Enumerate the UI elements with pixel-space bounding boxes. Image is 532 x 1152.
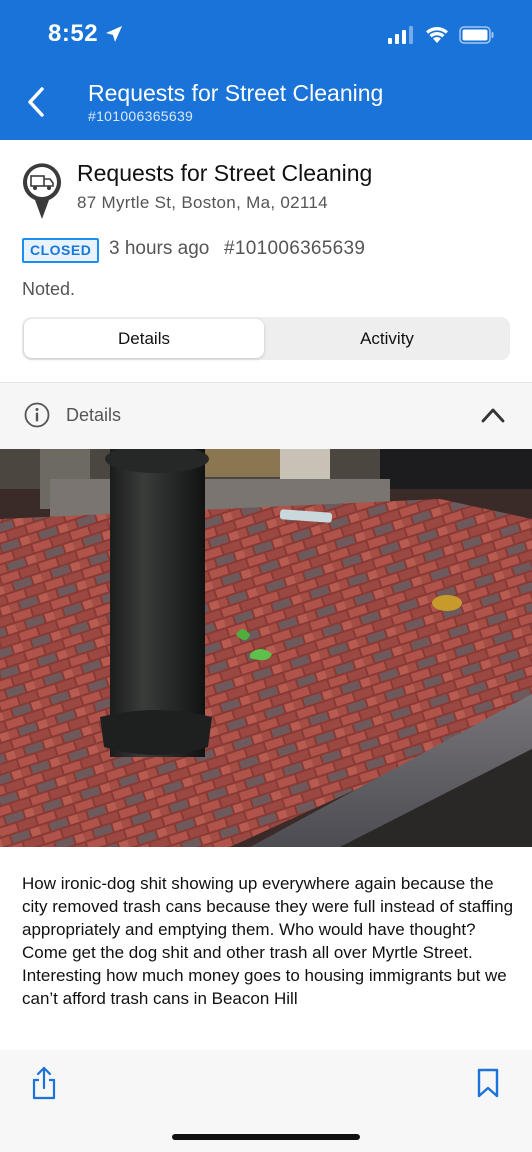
request-note: Noted.: [22, 279, 76, 299]
tab-activity[interactable]: Activity: [266, 319, 508, 358]
status-time: 8:52: [48, 20, 99, 47]
app-header: 8:52 Requests for Street Cleaning #10100…: [0, 0, 532, 140]
status-bar: 8:52: [0, 0, 532, 70]
nav-title: Requests for Street Cleaning: [88, 80, 384, 106]
bookmark-icon[interactable]: [476, 1068, 500, 1098]
request-address: 87 Myrtle St, Boston, Ma, 02114: [77, 193, 328, 212]
request-title: Requests for Street Cleaning: [77, 160, 373, 186]
tab-details[interactable]: Details: [24, 319, 264, 358]
details-section-header[interactable]: Details: [0, 383, 532, 449]
share-icon[interactable]: [31, 1066, 57, 1100]
info-icon: [24, 402, 50, 428]
home-indicator[interactable]: [172, 1134, 360, 1140]
request-description: How ironic-dog shit showing up everywher…: [22, 874, 514, 1008]
segmented-control: Details Activity: [22, 317, 510, 360]
location-arrow-icon: [106, 26, 122, 42]
request-time-ago: 3 hours ago: [109, 238, 210, 259]
battery-icon: [459, 26, 494, 44]
bottom-toolbar: [0, 1050, 532, 1152]
nav-case-number: #101006365639: [88, 108, 194, 124]
truck-pin-icon: [22, 163, 61, 219]
request-photo[interactable]: [0, 449, 532, 847]
chevron-up-icon[interactable]: [480, 406, 506, 424]
wifi-icon: [426, 27, 448, 43]
details-section-label: Details: [66, 405, 122, 425]
cellular-signal-icon: [388, 26, 413, 44]
back-button[interactable]: [22, 84, 52, 120]
status-badge: CLOSED: [22, 238, 100, 263]
request-case-number: #101006365639: [224, 238, 366, 259]
sidewalk-photo-image: [0, 449, 532, 847]
